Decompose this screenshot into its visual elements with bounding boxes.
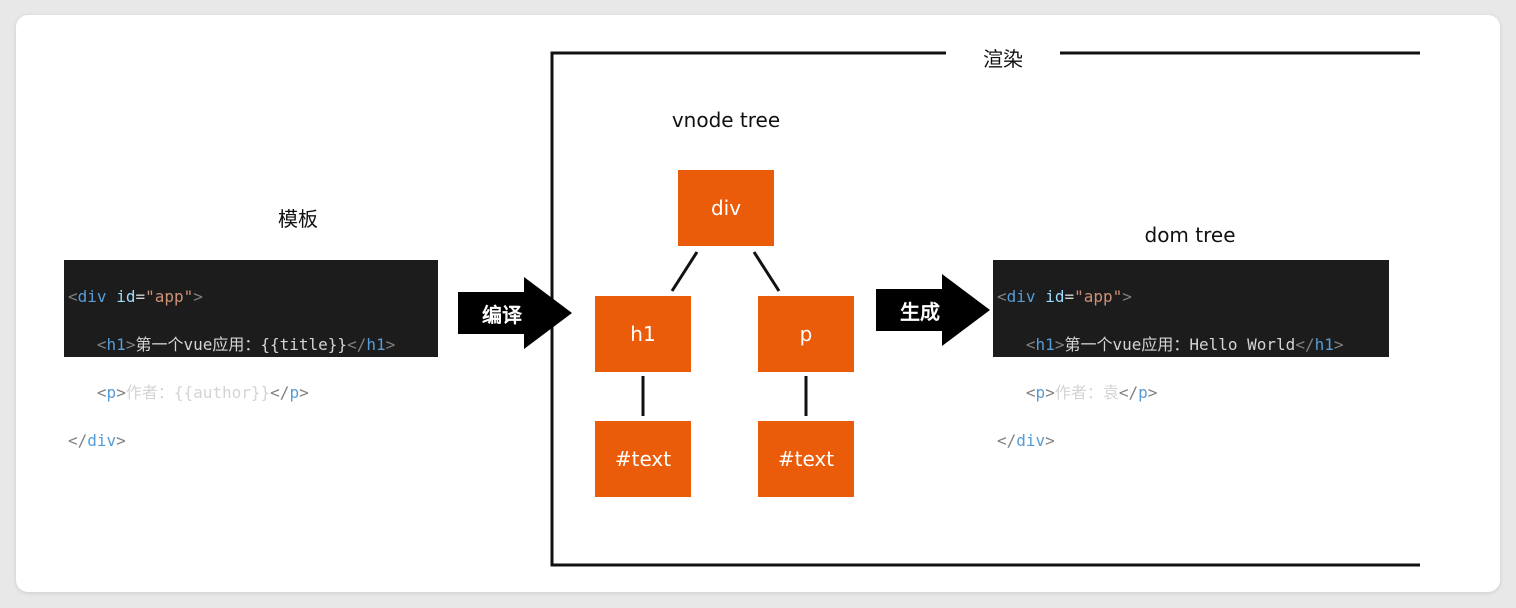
template-title: 模板 — [278, 207, 318, 231]
vnode-tree-title: vnode tree — [671, 108, 781, 132]
dom-code-block: <div id="app"> <h1>第一个vue应用：Hello World<… — [993, 260, 1389, 450]
code-line: <p>作者：{{author}}</p> — [96, 383, 309, 402]
dom-tree-title: dom tree — [1144, 223, 1236, 247]
compile-arrow-label: 编译 — [482, 302, 522, 327]
vnode-p-text: #text — [758, 421, 854, 497]
edge-div-p — [752, 251, 781, 292]
template-code-block: <div id="app"> <h1>第一个vue应用：{{title}}</h… — [64, 260, 438, 450]
vnode-div: div — [678, 170, 774, 246]
vnode-h1-text: #text — [595, 421, 691, 497]
render-title: 渲染 — [983, 47, 1023, 71]
vnode-p: p — [758, 296, 854, 372]
edge-div-h1 — [670, 251, 699, 292]
code-line: <div id="app"> — [68, 287, 203, 306]
code-line: <h1>第一个vue应用：{{title}}</h1> — [96, 335, 396, 354]
compile-arrow: 编译 — [458, 277, 572, 349]
vnode-h1: h1 — [595, 296, 691, 372]
generate-arrow: 生成 — [876, 274, 990, 346]
code-line: <h1>第一个vue应用：Hello World</h1> — [1025, 335, 1344, 354]
code-line: </div> — [997, 431, 1055, 450]
code-line: <p>作者：袁</p> — [1025, 383, 1158, 402]
generate-arrow-label: 生成 — [900, 299, 940, 324]
code-line: </div> — [68, 431, 126, 450]
code-line: <div id="app"> — [997, 287, 1132, 306]
